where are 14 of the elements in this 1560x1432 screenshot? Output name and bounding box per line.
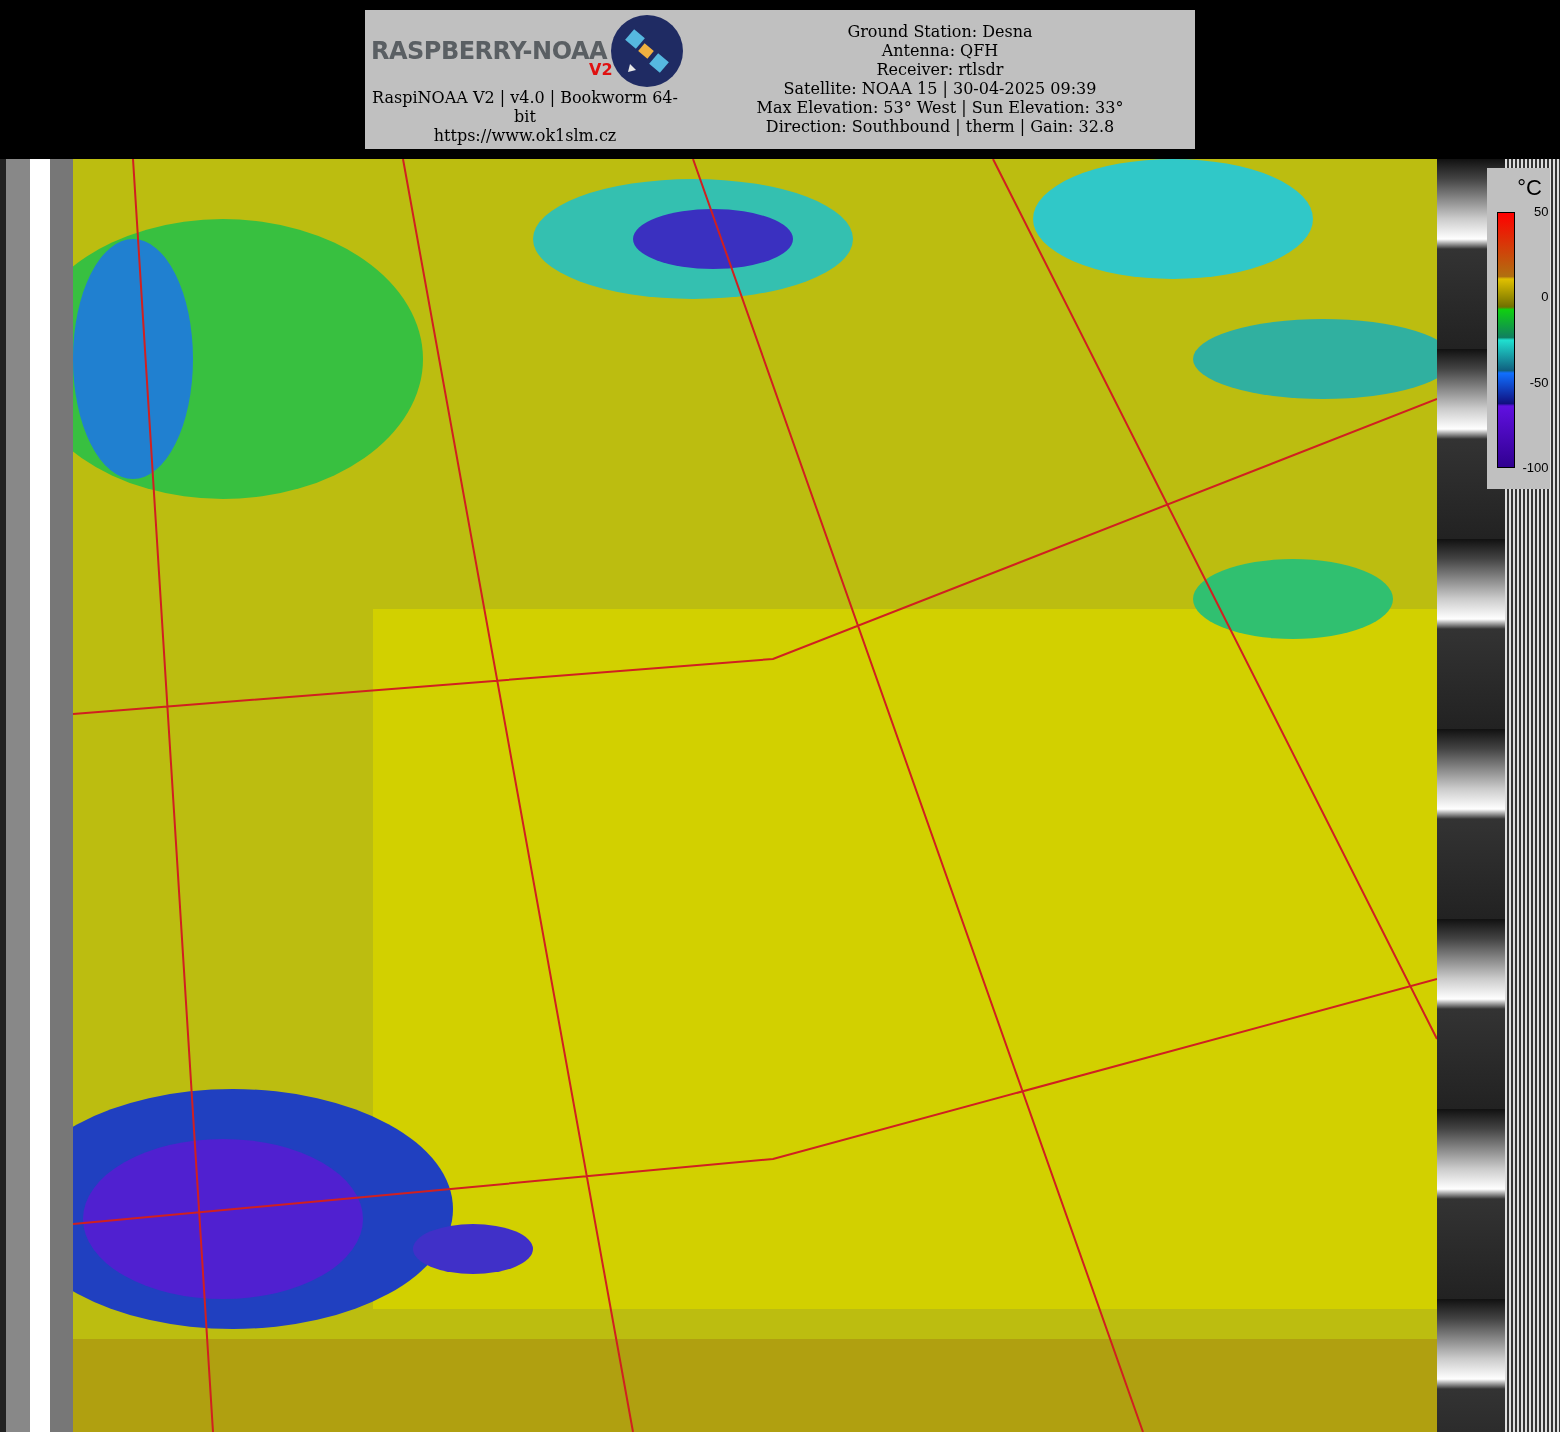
station-info-text: Ground Station: Desna [847,22,1033,41]
station-info-text: Receiver: rtlsdr [876,60,1004,79]
logo-version-text: V2 [589,60,613,79]
station-info-text: Max Elevation: 53° West | Sun Elevation: 33° [756,98,1124,117]
station-info-text: Satellite: NOAA 15 | 30-04-2025 09:39 [783,79,1097,98]
info-text: https://www.ok1slm.cz [433,126,617,145]
station-info-text: Antenna: QFH [881,41,999,60]
scale-label: -50 [1529,375,1549,390]
scale-label: 0 [1541,290,1549,305]
station-info-text: Direction: Southbound | therm | Gain: 32.8 [765,117,1115,136]
scale-label: -100 [1522,461,1549,475]
legend-unit: °C [1517,176,1542,200]
logo-text: RASPBERRY-NOAA [371,41,608,61]
scale-label: 50 [1534,205,1549,219]
